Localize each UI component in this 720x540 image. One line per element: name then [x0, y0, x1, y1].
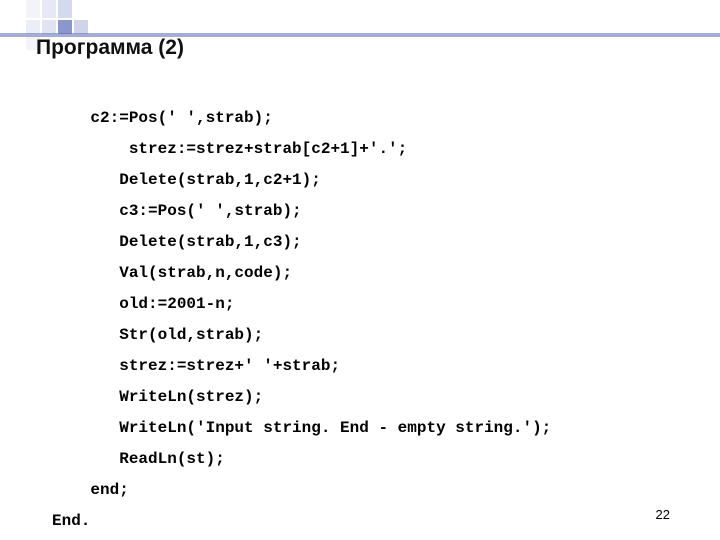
- decor-square: [74, 20, 88, 34]
- decor-square: [26, 20, 40, 34]
- code-line: Str(old,strab);: [52, 326, 263, 344]
- decor-square: [42, 20, 56, 34]
- code-line: end;: [52, 481, 129, 499]
- code-line: WriteLn(strez);: [52, 388, 263, 406]
- code-line: Delete(strab,1,c3);: [52, 233, 302, 251]
- decor-square: [58, 0, 72, 18]
- page-number: 22: [656, 507, 670, 522]
- code-line: WriteLn('Input string. End - empty strin…: [52, 419, 551, 437]
- code-line: Val(strab,n,code);: [52, 264, 292, 282]
- code-line: Delete(strab,1,c2+1);: [52, 171, 321, 189]
- code-line: old:=2001-n;: [52, 295, 234, 313]
- decor-square: [58, 20, 72, 34]
- decor-square: [26, 0, 40, 18]
- code-line: End.: [52, 512, 90, 530]
- code-line: c3:=Pos(' ',strab);: [52, 202, 302, 220]
- page-title: Программа (2): [36, 36, 184, 60]
- code-listing: c2:=Pos(' ',strab); strez:=strez+strab[c…: [52, 72, 551, 537]
- code-line: ReadLn(st);: [52, 450, 225, 468]
- code-line: strez:=strez+' '+strab;: [52, 357, 340, 375]
- code-line: strez:=strez+strab[c2+1]+'.';: [52, 140, 407, 158]
- code-line: c2:=Pos(' ',strab);: [52, 109, 273, 127]
- decor-square: [42, 0, 56, 18]
